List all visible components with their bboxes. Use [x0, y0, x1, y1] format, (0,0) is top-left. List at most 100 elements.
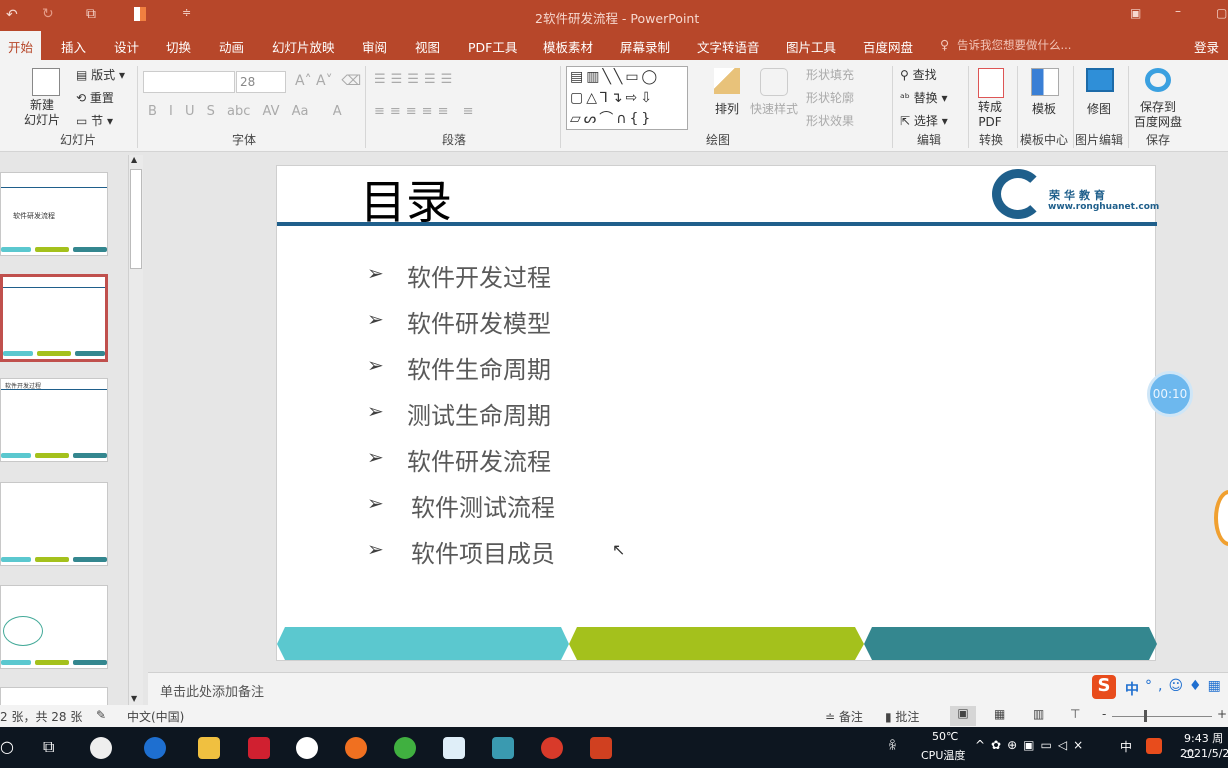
tab-home[interactable]: 开始	[0, 31, 42, 60]
tray-ime[interactable]: 中	[1120, 738, 1132, 755]
agenda-item[interactable]: 软件开发过程	[407, 258, 551, 293]
undo-icon[interactable]: ↶	[6, 7, 18, 23]
slide-canvas[interactable]: 目录 荣华教育 www.ronghuanet.com ➢ 软件开发过程 ➢ 软件研发模…	[276, 165, 1159, 661]
tab-baidu-netdisk[interactable]: 百度网盘	[863, 37, 913, 56]
notes-placeholder[interactable]: 单击此处添加备注	[160, 681, 264, 700]
tab-insert[interactable]: 插入	[61, 37, 86, 56]
app-icon-10[interactable]	[541, 737, 563, 759]
slide-thumbnail-4[interactable]	[0, 482, 108, 566]
agenda-item[interactable]: 软件研发流程	[407, 442, 551, 477]
ribbon-display-icon[interactable]: ▣	[1130, 6, 1141, 20]
slideshow-icon[interactable]: ⧉	[86, 6, 96, 22]
tab-picture-tools[interactable]: 图片工具	[786, 37, 836, 56]
shape-outline-button[interactable]: 形状轮廓	[806, 89, 854, 106]
ime-mode[interactable]: 中	[1125, 679, 1139, 699]
slide-thumbnail-1[interactable]: 软件研发流程	[0, 172, 108, 256]
file-explorer-icon[interactable]	[198, 737, 220, 759]
font-format-buttons[interactable]: B I U S abc AV Aa A	[148, 104, 342, 119]
layout-icon[interactable]	[134, 7, 146, 21]
recording-timer[interactable]: 00:10	[1147, 371, 1193, 417]
comments-toggle[interactable]: ▮ 批注	[885, 708, 919, 725]
retouch-button[interactable]: 修图	[1087, 100, 1111, 117]
sogou-ime-icon[interactable]: S	[1092, 675, 1116, 699]
app-icon-1[interactable]	[90, 737, 112, 759]
clock-date[interactable]: 2021/5/2	[1180, 747, 1228, 760]
agenda-item[interactable]: 软件研发模型	[407, 304, 551, 339]
shape-fill-button[interactable]: 形状填充	[806, 66, 854, 83]
zoom-slider[interactable]	[1112, 716, 1212, 717]
replace-button[interactable]: ᵃᵇ 替换 ▾	[900, 89, 948, 106]
zoom-in-button[interactable]: +	[1217, 707, 1227, 721]
agenda-item[interactable]: 软件测试流程	[411, 488, 555, 523]
vc-icon[interactable]	[443, 737, 465, 759]
spellcheck-icon[interactable]: ✎	[96, 708, 106, 722]
tray-icons[interactable]: ^✿⊕▣▭◁×	[975, 738, 1089, 752]
shape-effects-button[interactable]: 形状效果	[806, 112, 854, 129]
font-grow-shrink-icons[interactable]: A˄ A˅ ⌫	[295, 73, 361, 89]
tab-pdf-tools[interactable]: PDF工具	[468, 37, 517, 56]
tab-review[interactable]: 审阅	[362, 37, 387, 56]
notes-pane[interactable]: 单击此处添加备注 S 中 °,☺♦▦	[148, 672, 1228, 705]
arrange-button[interactable]: 排列	[715, 100, 739, 117]
browser-icon[interactable]	[394, 737, 416, 759]
tab-template-material[interactable]: 模板素材	[543, 37, 593, 56]
search-icon[interactable]: ○	[0, 737, 14, 756]
app-icon-9[interactable]	[492, 737, 514, 759]
floating-widget[interactable]	[1214, 490, 1228, 546]
firefox-icon[interactable]	[345, 737, 367, 759]
list-buttons[interactable]: ☰☰☰☰☰	[374, 72, 457, 87]
minimize-button[interactable]: –	[1175, 4, 1181, 18]
align-buttons[interactable]: ≡≡≡≡≡ ≡	[374, 104, 479, 119]
xmind-icon[interactable]	[248, 737, 270, 759]
tab-animations[interactable]: 动画	[219, 37, 244, 56]
sogou-tray-icon[interactable]	[1146, 738, 1162, 754]
slide-thumbnail-2[interactable]	[0, 274, 108, 362]
login-button[interactable]: 登录	[1194, 37, 1219, 56]
quick-styles-button[interactable]: 快速样式	[750, 100, 798, 117]
tab-screen-record[interactable]: 屏幕录制	[620, 37, 670, 56]
notes-toggle[interactable]: ≐ 备注	[825, 708, 863, 725]
tab-transitions[interactable]: 切换	[166, 37, 191, 56]
redo-icon[interactable]: ↻	[42, 6, 54, 22]
maximize-button[interactable]: ▢	[1216, 6, 1227, 20]
tell-me-search[interactable]: 告诉我您想要做什么...	[957, 37, 1071, 53]
zoom-out-button[interactable]: -	[1102, 707, 1106, 721]
slide-thumbnail-6[interactable]	[0, 687, 108, 707]
zoom-slider-thumb[interactable]	[1144, 710, 1147, 722]
find-button[interactable]: ⚲ 查找	[900, 66, 937, 83]
tab-design[interactable]: 设计	[114, 37, 139, 56]
shapes-gallery[interactable]: ▤▥╲╲▭◯ ▢△⅂↴⇨⇩ ▱ᔕ⌒∩{}	[566, 66, 688, 130]
language-indicator[interactable]: 中文(中国)	[127, 708, 184, 725]
scroll-down-icon[interactable]: ▼	[131, 694, 137, 703]
slide-sorter-button[interactable]: ▦	[994, 707, 1005, 721]
select-button[interactable]: ⇱ 选择 ▾	[900, 112, 948, 129]
app-icon-5[interactable]	[296, 737, 318, 759]
section-button[interactable]: ▭ 节 ▾	[76, 112, 113, 129]
save-to-netdisk-button[interactable]: 保存到 百度网盘	[1134, 100, 1182, 130]
template-button[interactable]: 模板	[1032, 100, 1056, 117]
ie-icon[interactable]	[144, 737, 166, 759]
agenda-item[interactable]: 测试生命周期	[407, 396, 551, 431]
task-view-icon[interactable]: ⧉	[43, 737, 54, 757]
reading-view-button[interactable]: ▥	[1033, 707, 1044, 721]
thumbnail-scrollbar[interactable]: ▲ ▼	[128, 155, 143, 705]
scroll-up-icon[interactable]: ▲	[131, 155, 137, 164]
slide-thumbnail-3[interactable]: 软件开发过程	[0, 378, 108, 462]
normal-view-button[interactable]: ▣	[950, 706, 976, 726]
agenda-item[interactable]: 软件项目成员	[411, 534, 555, 569]
agenda-item[interactable]: 软件生命周期	[407, 350, 551, 385]
slide-thumbnail-5[interactable]	[0, 585, 108, 669]
customize-toolbar-icon[interactable]: ≑	[182, 6, 191, 19]
tab-text-to-speech[interactable]: 文字转语音	[697, 37, 760, 56]
powerpoint-icon[interactable]	[590, 737, 612, 759]
convert-pdf-button[interactable]: 转成 PDF	[978, 100, 1002, 130]
scrollbar-thumb[interactable]	[130, 169, 142, 269]
slideshow-button[interactable]: ⊤	[1070, 707, 1080, 721]
ime-toolbar-icons[interactable]: °,☺♦▦	[1145, 678, 1227, 694]
new-slide-button[interactable]: 新建 幻灯片	[24, 98, 60, 128]
layout-button[interactable]: ▤ 版式 ▾	[76, 66, 125, 83]
tab-slideshow[interactable]: 幻灯片放映	[272, 37, 335, 56]
reset-button[interactable]: ⟲ 重置	[76, 89, 114, 106]
people-icon[interactable]: ꆜ	[888, 737, 897, 753]
tab-view[interactable]: 视图	[415, 37, 440, 56]
